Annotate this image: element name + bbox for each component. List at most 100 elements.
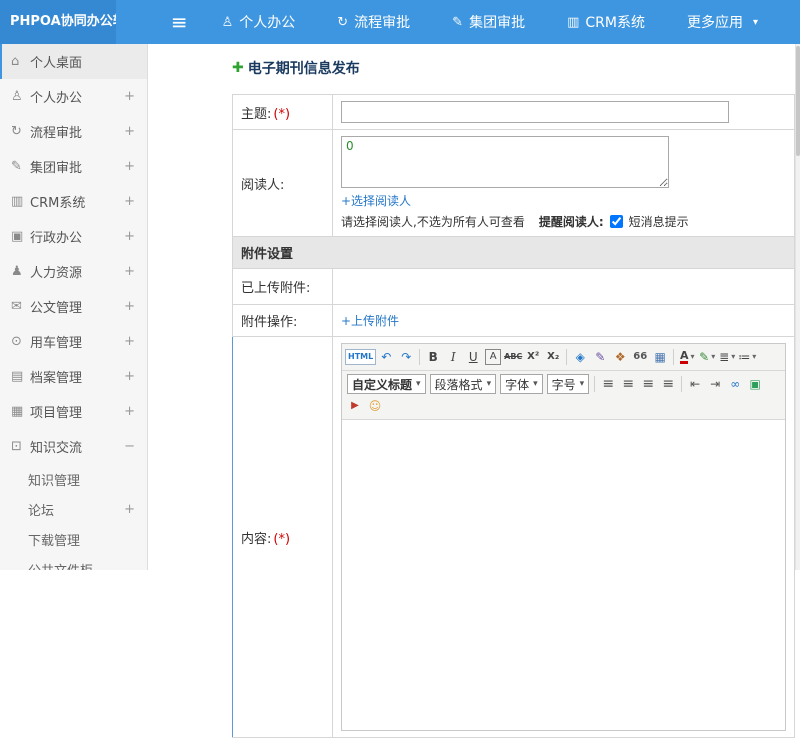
- expand-icon[interactable]: +: [124, 369, 135, 384]
- highlight-button[interactable]: ✎ ▾: [697, 347, 717, 367]
- expand-icon[interactable]: +: [124, 404, 135, 419]
- attachment-section-title: 附件设置: [232, 236, 795, 269]
- vertical-scrollbar[interactable]: [795, 44, 800, 570]
- font-color-icon: A: [679, 349, 689, 364]
- sidebar-subitem-download-mgmt[interactable]: 下载管理: [0, 524, 147, 554]
- expand-icon[interactable]: +: [124, 264, 135, 279]
- font-color-button[interactable]: A ▾: [677, 347, 697, 367]
- underline-icon[interactable]: U: [463, 347, 483, 367]
- insert-image-icon[interactable]: ▣: [745, 374, 765, 394]
- nav-label: 更多应用: [686, 15, 743, 31]
- publish-form: 主题: (*) 阅读人: 0 +选择阅读人 请选择阅读人,不选为所有人可查看 提醒…: [232, 94, 795, 738]
- redo-icon[interactable]: ↷: [396, 347, 416, 367]
- nav-label: 集团审批: [469, 15, 526, 31]
- sidebar-item-personal-office[interactable]: ♙ 个人办公 +: [0, 79, 147, 114]
- sidebar-subitem-public-cabinet[interactable]: 公共文件柜: [0, 554, 147, 571]
- format-brush-icon[interactable]: ✎: [590, 347, 610, 367]
- readers-textarea[interactable]: 0: [341, 136, 669, 188]
- chevron-down-icon: ▾: [731, 352, 736, 361]
- top-nav: ♙ 个人办公 ↻ 流程审批 ✎ 集团审批 ▥ CRM系统 更多应用 ▾: [222, 12, 800, 32]
- align-center-icon[interactable]: ≡: [618, 374, 638, 394]
- chevron-down-icon: ▾: [690, 352, 695, 361]
- scrollbar-thumb[interactable]: [796, 46, 800, 156]
- sidebar-item-document-mgmt[interactable]: ✉ 公文管理 +: [0, 289, 147, 324]
- sidebar-item-group-approval[interactable]: ✎ 集团审批 +: [0, 149, 147, 184]
- expand-icon[interactable]: +: [124, 194, 135, 209]
- undo-icon[interactable]: ↶: [376, 347, 396, 367]
- chevron-down-icon: ▾: [533, 379, 538, 389]
- subscript-icon[interactable]: X₂: [543, 347, 563, 367]
- sidebar-item-archive-mgmt[interactable]: ▤ 档案管理 +: [0, 359, 147, 394]
- font-family-dropdown[interactable]: 字体 ▾: [500, 374, 543, 394]
- numbered-list-button[interactable]: ≔ ▾: [737, 347, 757, 367]
- emoticon-icon[interactable]: ☺: [365, 396, 385, 416]
- font-style-icon[interactable]: A: [485, 349, 502, 365]
- nav-group-approval[interactable]: ✎ 集团审批: [452, 12, 525, 32]
- sms-notify-checkbox[interactable]: [609, 215, 623, 228]
- subject-input[interactable]: [341, 101, 729, 123]
- nav-personal-office[interactable]: ♙ 个人办公: [222, 12, 296, 32]
- collapse-icon[interactable]: −: [124, 439, 135, 454]
- sidebar-item-project-mgmt[interactable]: ▦ 项目管理 +: [0, 394, 147, 429]
- italic-icon[interactable]: I: [443, 347, 463, 367]
- numbered-list-icon: ≔: [738, 350, 751, 364]
- readers-hint-row: 请选择阅读人,不选为所有人可查看 提醒阅读人: 短消息提示: [341, 213, 786, 230]
- sidebar-item-crm[interactable]: ▥ CRM系统 +: [0, 184, 147, 219]
- expand-icon[interactable]: +: [124, 124, 135, 139]
- plus-icon: ✚: [232, 60, 244, 76]
- expand-icon[interactable]: +: [124, 159, 135, 174]
- nav-workflow-approval[interactable]: ↻ 流程审批: [337, 12, 410, 32]
- bullet-list-button[interactable]: ≣ ▾: [717, 347, 737, 367]
- expand-icon[interactable]: +: [124, 229, 135, 244]
- sidebar-item-workflow-approval[interactable]: ↻ 流程审批 +: [0, 114, 147, 149]
- chevron-down-icon: ▾: [486, 379, 492, 389]
- insert-table-icon[interactable]: ▦: [650, 347, 670, 367]
- sidebar-subitem-forum[interactable]: 论坛 +: [0, 494, 147, 524]
- nav-crm-system[interactable]: ▥ CRM系统: [567, 12, 645, 32]
- custom-heading-dropdown[interactable]: 自定义标题 ▾: [347, 374, 426, 394]
- outdent-icon[interactable]: ⇤: [685, 374, 705, 394]
- remove-format-icon[interactable]: ◈: [570, 347, 590, 367]
- indent-icon[interactable]: ⇥: [705, 374, 725, 394]
- sidebar-subitem-knowledge-mgmt[interactable]: 知识管理: [0, 464, 147, 494]
- attachment-actions-row: 附件操作: +上传附件: [232, 304, 795, 337]
- main-content: ✚ 电子期刊信息发布 主题: (*) 阅读人: 0 +选择阅读人 请选择阅读人,不…: [148, 44, 800, 738]
- paragraph-format-dropdown[interactable]: 段落格式 ▾: [429, 374, 497, 394]
- select-readers-link[interactable]: +选择阅读人: [341, 192, 411, 209]
- align-justify-icon[interactable]: ≡: [658, 374, 678, 394]
- expand-icon[interactable]: +: [124, 334, 135, 349]
- insert-media-icon[interactable]: ▶: [345, 396, 365, 416]
- expand-icon[interactable]: +: [124, 299, 135, 314]
- toolbar-separator: [566, 349, 568, 365]
- document-icon: ✉: [11, 299, 22, 314]
- clear-style-icon[interactable]: ❖: [610, 347, 630, 367]
- html-source-icon[interactable]: HTML: [345, 349, 377, 365]
- readers-row: 阅读人: 0 +选择阅读人 请选择阅读人,不选为所有人可查看 提醒阅读人: 短消…: [232, 129, 795, 237]
- upload-attachment-link[interactable]: +上传附件: [341, 312, 399, 329]
- bold-icon[interactable]: B: [423, 347, 443, 367]
- font-size-dropdown[interactable]: 字号 ▾: [546, 374, 590, 394]
- hamburger-icon[interactable]: ≡: [171, 12, 188, 32]
- person-icon: ♙: [11, 89, 23, 104]
- chevron-down-icon: ▾: [711, 352, 716, 361]
- sidebar-item-hr[interactable]: ♟ 人力资源 +: [0, 254, 147, 289]
- insert-link-icon[interactable]: ∞: [725, 374, 745, 394]
- sidebar-item-desktop[interactable]: ⌂ 个人桌面: [0, 44, 147, 79]
- align-left-icon[interactable]: ≡: [598, 374, 618, 394]
- nav-label: CRM系统: [585, 15, 645, 31]
- subject-row: 主题: (*): [232, 94, 795, 130]
- expand-icon[interactable]: +: [124, 89, 135, 104]
- sidebar-item-admin-office[interactable]: ▣ 行政办公 +: [0, 219, 147, 254]
- blockquote-icon[interactable]: 66: [630, 347, 650, 367]
- expand-icon[interactable]: +: [124, 502, 135, 517]
- content-row: 内容: (*) HTML ↶ ↷ B I U A ABC X² X₂ ◈ ✎ ❖…: [232, 336, 795, 738]
- archive-icon: ▤: [11, 369, 24, 384]
- editor-content-area[interactable]: [342, 420, 785, 730]
- sidebar-item-vehicle-mgmt[interactable]: ⊙ 用车管理 +: [0, 324, 147, 359]
- strikethrough-icon[interactable]: ABC: [503, 347, 523, 367]
- sidebar-item-knowledge-exchange[interactable]: ⊡ 知识交流 −: [0, 429, 147, 464]
- nav-more-apps[interactable]: 更多应用 ▾: [687, 12, 758, 32]
- superscript-icon[interactable]: X²: [523, 347, 543, 367]
- project-icon: ▦: [11, 404, 24, 419]
- align-right-icon[interactable]: ≡: [638, 374, 658, 394]
